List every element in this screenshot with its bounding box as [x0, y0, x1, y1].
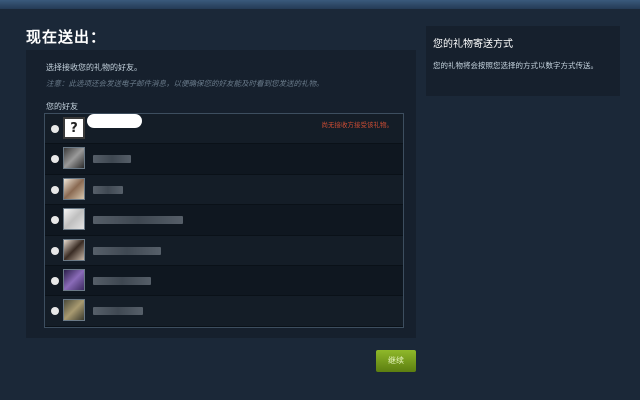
page-title: 现在送出：: [26, 28, 107, 46]
friend-row-4[interactable]: [45, 205, 403, 236]
friend-row-3[interactable]: [45, 174, 403, 206]
friend-name-redacted: [93, 185, 123, 194]
friend-row-7[interactable]: [45, 296, 403, 327]
friend-radio[interactable]: [51, 155, 59, 164]
delivery-method-panel: 您的礼物寄送方式 您的礼物将会按照您选择的方式以数字方式传送。: [426, 26, 620, 96]
recipient-panel: 选择接收您的礼物的好友。 注意：此选项还会发送电子邮件消息，以便确保您的好友能及…: [26, 50, 416, 338]
friend-row-6[interactable]: [45, 265, 403, 297]
friend-radio[interactable]: [51, 276, 59, 285]
friend-row-1[interactable]: ? 尚无接收方接受该礼物。: [45, 114, 403, 145]
friend-avatar-icon: [63, 238, 85, 261]
friend-name-redacted: [93, 155, 131, 164]
friend-avatar-icon: [63, 208, 85, 231]
friend-row-2[interactable]: [45, 144, 403, 175]
delivery-method-title: 您的礼物寄送方式: [433, 39, 513, 50]
instruction-text: 选择接收您的礼物的好友。: [46, 63, 142, 72]
friend-status: 尚无接收方接受该礼物。: [321, 121, 394, 129]
friend-name-redacted: [93, 307, 143, 316]
friend-name-redacted: [93, 216, 183, 225]
friend-avatar-icon: [63, 299, 85, 322]
delivery-method-text: 您的礼物将会按照您选择的方式以数字方式传送。: [433, 61, 598, 70]
friend-name-redacted: [93, 246, 161, 255]
friends-label: 您的好友: [46, 102, 78, 111]
unknown-user-icon: ?: [63, 117, 85, 139]
friend-avatar-icon: [63, 177, 85, 200]
friend-radio[interactable]: [51, 185, 59, 194]
friend-avatar-icon: [63, 147, 85, 170]
friend-name-redacted: [93, 276, 151, 285]
note-text: 注意：此选项还会发送电子邮件消息，以便确保您的好友能及时看到您发送的礼物。: [46, 79, 324, 88]
friend-name-redacted: [87, 114, 142, 128]
friend-radio[interactable]: [51, 216, 59, 225]
friend-avatar-icon: [63, 268, 85, 291]
friend-row-5[interactable]: [45, 235, 403, 266]
friend-radio[interactable]: [51, 307, 59, 316]
continue-button[interactable]: 继续: [376, 350, 416, 372]
top-banner: [0, 0, 640, 9]
friends-list: ? 尚无接收方接受该礼物。: [44, 113, 404, 328]
friend-radio[interactable]: [51, 125, 59, 133]
friend-radio[interactable]: [51, 246, 59, 255]
